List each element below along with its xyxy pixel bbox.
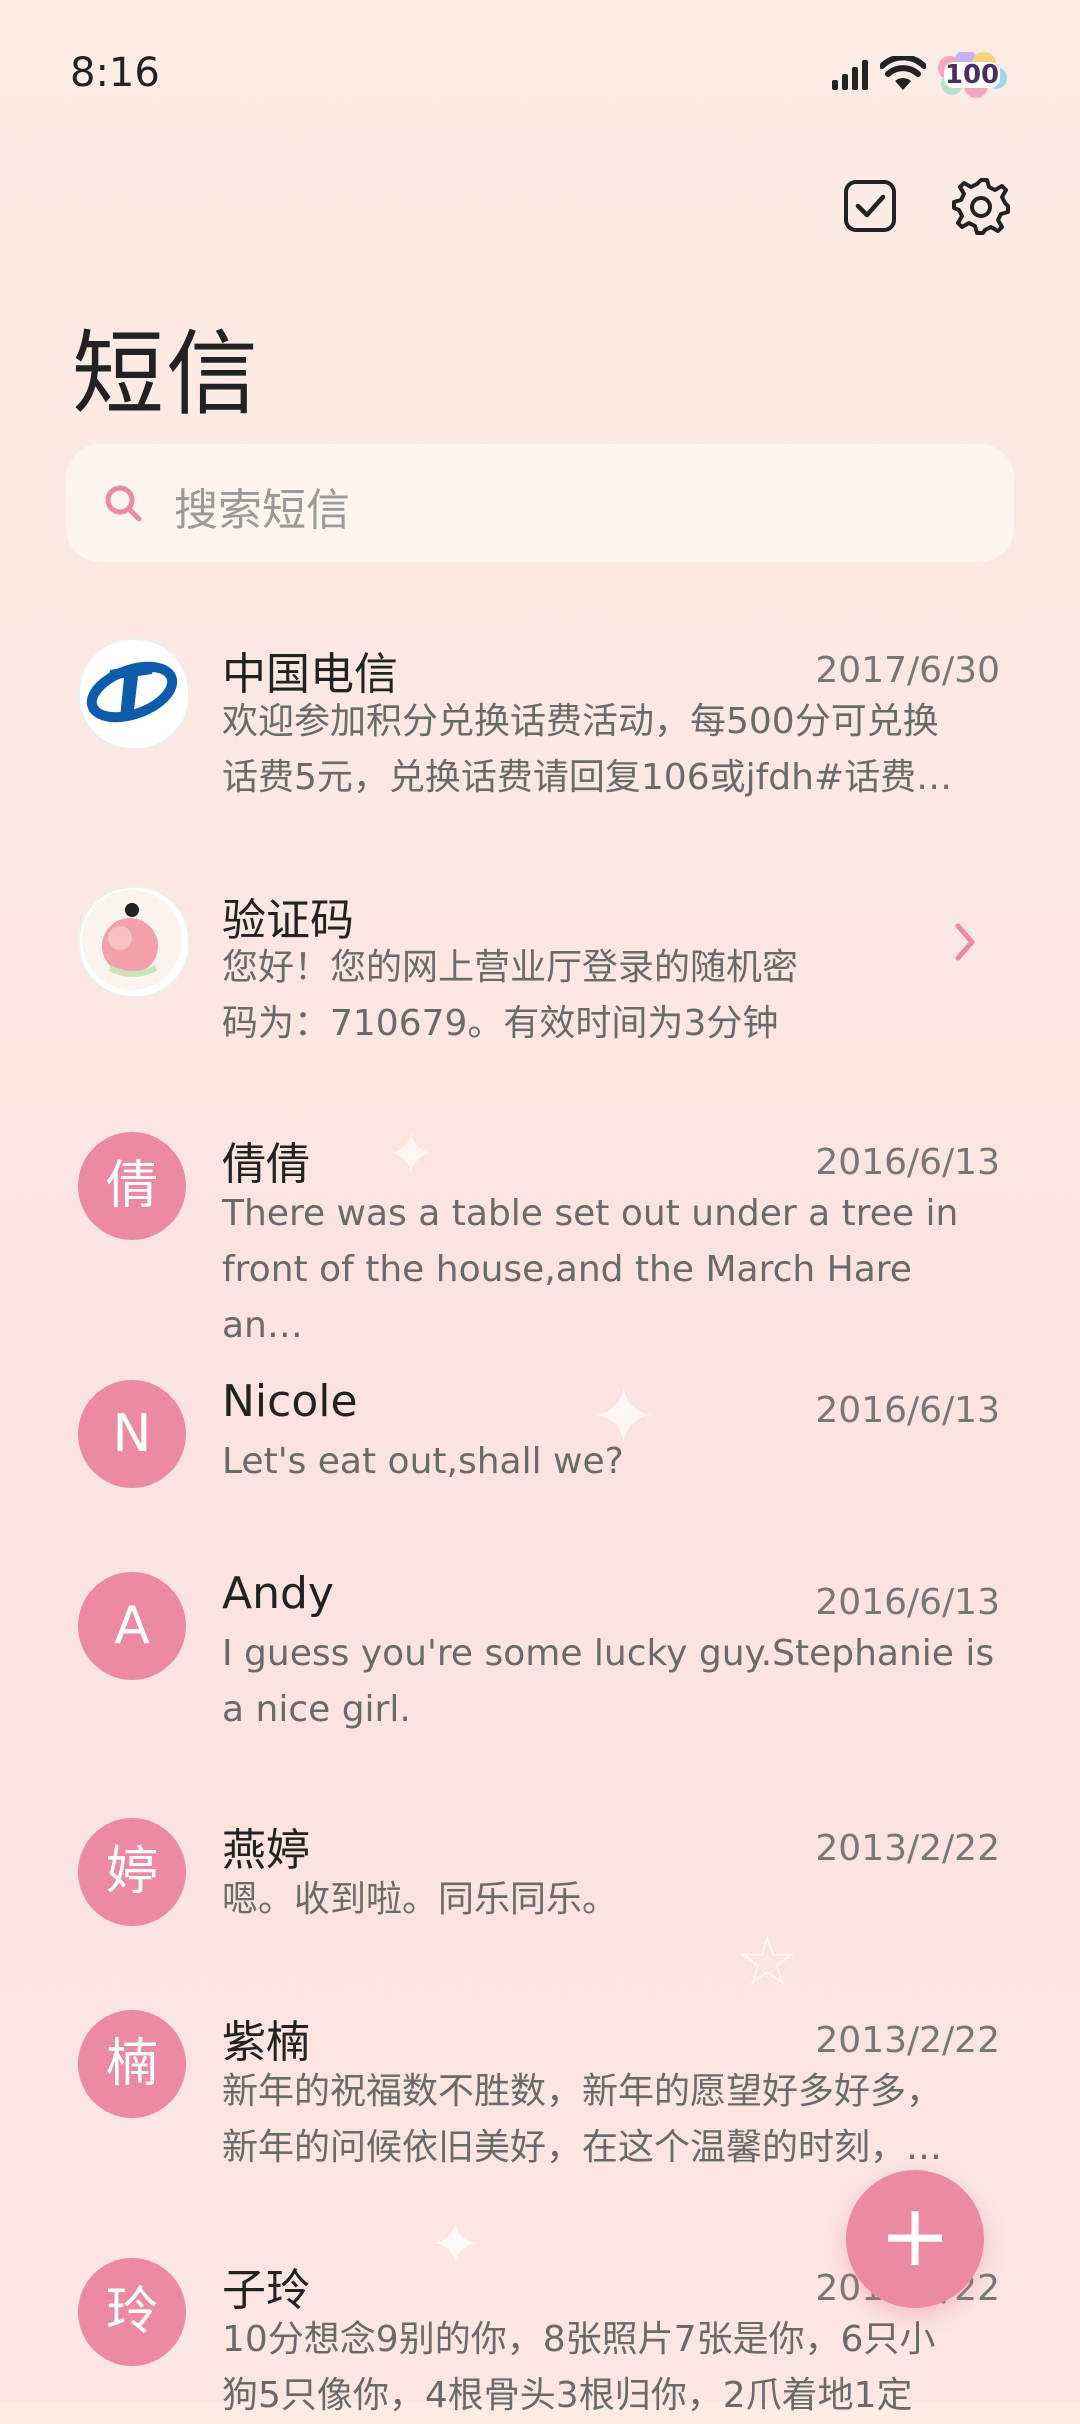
signal-icon xyxy=(832,60,868,90)
china-telecom-logo-icon xyxy=(86,661,178,723)
message-preview-line: 嗯。收到啦。同乐同乐。 xyxy=(222,1879,619,1920)
contact-name: 验证码 xyxy=(222,895,354,946)
contact-name: 倩倩 xyxy=(222,1139,310,1190)
status-bar: 8:16 100 xyxy=(0,0,1080,150)
message-preview-line: a nice girl. xyxy=(222,1689,411,1730)
list-item[interactable]: 倩 倩倩 2016/6/13 There was a table set out… xyxy=(0,1104,1080,1346)
message-preview-line: 新年的祝福数不胜数，新年的愿望好多好多， xyxy=(222,2071,943,2112)
peach-avatar-icon xyxy=(82,890,182,990)
message-date: 2016/6/13 xyxy=(815,1390,1000,1431)
contact-name: 燕婷 xyxy=(222,1825,310,1876)
battery-icon: 100 xyxy=(936,52,1008,98)
settings-gear-icon[interactable] xyxy=(952,178,1010,236)
message-preview-line: 狗5只像你，4根骨头3根归你，2爪着地1定 xyxy=(222,2375,913,2416)
new-message-button[interactable]: + xyxy=(846,2170,984,2308)
search-icon xyxy=(105,485,142,522)
avatar xyxy=(78,638,190,750)
avatar: 婷 xyxy=(78,1818,186,1926)
contact-name: 子玲 xyxy=(222,2265,310,2316)
contact-name: 紫楠 xyxy=(222,2017,310,2068)
message-date: 2016/6/13 xyxy=(815,1582,1000,1623)
list-item[interactable]: 婷 燕婷 2013/2/22 嗯。收到啦。同乐同乐。 xyxy=(0,1790,1080,1960)
status-time: 8:16 xyxy=(70,50,160,96)
search-bar[interactable]: 搜索短信 xyxy=(66,444,1014,562)
message-preview-line: 欢迎参加积分兑换话费活动，每500分可兑换 xyxy=(222,701,939,742)
message-preview-line: 新年的问候依旧美好，在这个温馨的时刻，… xyxy=(222,2127,943,2168)
search-placeholder: 搜索短信 xyxy=(174,485,350,536)
avatar: 玲 xyxy=(78,2258,186,2366)
select-checkbox-icon[interactable] xyxy=(842,178,898,234)
avatar: A xyxy=(78,1572,186,1680)
message-preview-line: 码为：710679。有效时间为3分钟 xyxy=(222,1003,779,1044)
chevron-right-icon[interactable] xyxy=(950,920,980,964)
list-item[interactable]: 中国电信 2017/6/30 欢迎参加积分兑换话费活动，每500分可兑换 话费5… xyxy=(0,610,1080,840)
message-preview-line: 话费5元，兑换话费请回复106或jfdh#话费… xyxy=(222,757,953,798)
avatar xyxy=(78,886,190,998)
message-preview-line: front of the house,and the March Hare an… xyxy=(222,1249,912,1346)
list-item[interactable]: N Nicole 2016/6/13 Let's eat out,shall w… xyxy=(0,1352,1080,1522)
message-preview-line: There was a table set out under a tree i… xyxy=(222,1193,959,1234)
contact-name: Andy xyxy=(222,1568,334,1619)
message-preview-line: Let's eat out,shall we? xyxy=(222,1441,624,1482)
list-item[interactable]: 验证码 您好！您的网上营业厅登录的随机密 码为：710679。有效时间为3分钟 xyxy=(0,858,1080,1088)
message-preview-line: I guess you're some lucky guy.Stephanie … xyxy=(222,1633,995,1674)
list-item[interactable]: A Andy 2016/6/13 I guess you're some luc… xyxy=(0,1544,1080,1774)
avatar: 楠 xyxy=(78,2010,186,2118)
wifi-icon xyxy=(880,56,926,90)
message-date: 2013/2/22 xyxy=(815,1828,1000,1869)
avatar: N xyxy=(78,1380,186,1488)
avatar: 倩 xyxy=(78,1132,186,1240)
message-date: 2016/6/13 xyxy=(815,1142,1000,1183)
contact-name: Nicole xyxy=(222,1376,358,1427)
battery-level: 100 xyxy=(944,60,1000,90)
message-date: 2017/6/30 xyxy=(815,650,1000,691)
plus-icon: + xyxy=(878,2186,952,2286)
message-preview-line: 您好！您的网上营业厅登录的随机密 xyxy=(222,947,799,988)
page-title: 短信 xyxy=(72,321,261,428)
contact-name: 中国电信 xyxy=(222,649,398,700)
message-date: 2013/2/22 xyxy=(815,2020,1000,2061)
message-preview-line: 10分想念9别的你，8张照片7张是你，6只小 xyxy=(222,2319,936,2360)
